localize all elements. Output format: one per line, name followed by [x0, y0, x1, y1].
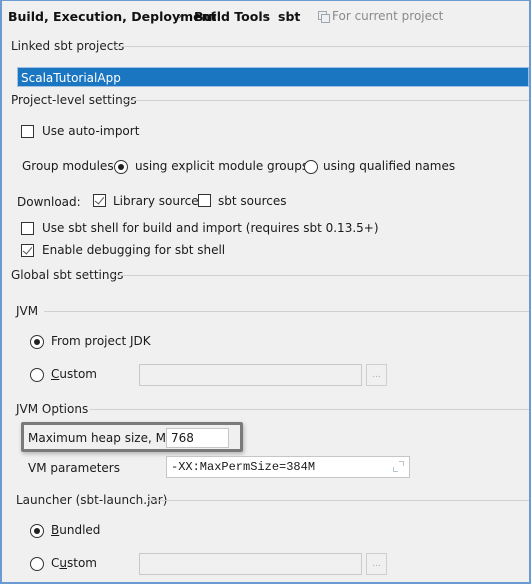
- max-heap-input[interactable]: 768: [166, 428, 229, 448]
- group-explicit-label[interactable]: using explicit module groups: [135, 159, 308, 173]
- jvm-custom-path-field[interactable]: [139, 364, 362, 386]
- linked-project-item[interactable]: ScalaTutorialApp: [17, 67, 529, 87]
- max-heap-label: Maximum heap size, MB: [28, 431, 175, 445]
- group-explicit-radio[interactable]: [114, 160, 128, 174]
- section-title: JVM: [16, 304, 47, 318]
- copy-icon: [318, 11, 330, 23]
- sbt-settings-panel: Build, Execution, Deployment › Build Too…: [0, 0, 531, 584]
- sbt-sources-checkbox[interactable]: [198, 194, 211, 207]
- section-project-level-settings: Project-level settings: [2, 93, 529, 107]
- divider: [148, 500, 529, 501]
- sbt-sources-label[interactable]: sbt sources: [218, 194, 287, 208]
- scope-hint-text: For current project: [332, 9, 444, 23]
- section-title: JVM Options: [16, 402, 97, 416]
- scope-hint: For current project: [318, 9, 443, 23]
- library-sources-checkbox[interactable]: [93, 194, 106, 207]
- vm-parameters-value: -XX:MaxPermSize=384M: [171, 460, 316, 474]
- breadcrumb-sbt: sbt: [278, 9, 301, 24]
- project-name: ScalaTutorialApp: [21, 71, 121, 85]
- enable-debugging-label[interactable]: Enable debugging for sbt shell: [42, 243, 225, 257]
- library-sources-label[interactable]: Library sources: [113, 194, 205, 208]
- use-sbt-shell-label[interactable]: Use sbt shell for build and import (requ…: [42, 221, 379, 235]
- section-global-sbt-settings: Global sbt settings: [2, 268, 529, 282]
- breadcrumb-separator-icon: ›: [178, 11, 182, 22]
- download-label: Download:: [17, 195, 81, 209]
- launcher-custom-path-field[interactable]: [139, 553, 362, 575]
- divider: [114, 46, 529, 47]
- section-jvm: JVM: [2, 304, 529, 318]
- launcher-bundled-radio[interactable]: [30, 524, 44, 538]
- group-modules-label: Group modules:: [22, 159, 118, 173]
- enable-debugging-checkbox[interactable]: [21, 244, 34, 257]
- launcher-bundled-label[interactable]: Bundled: [51, 523, 100, 537]
- divider: [114, 275, 529, 276]
- vm-parameters-label: VM parameters: [28, 461, 120, 475]
- launcher-custom-radio[interactable]: [30, 557, 44, 571]
- use-auto-import-label[interactable]: Use auto-import: [42, 124, 139, 138]
- group-qualified-radio[interactable]: [304, 160, 318, 174]
- section-linked-projects: Linked sbt projects: [2, 39, 529, 53]
- breadcrumb-separator-icon: ›: [264, 11, 268, 22]
- launcher-custom-label[interactable]: Custom: [51, 556, 97, 570]
- launcher-browse-button[interactable]: ...: [366, 553, 387, 575]
- use-sbt-shell-checkbox[interactable]: [21, 222, 34, 235]
- section-launcher: Launcher (sbt-launch.jar): [2, 493, 529, 507]
- jvm-browse-button[interactable]: ...: [366, 364, 387, 386]
- vm-parameters-input[interactable]: -XX:MaxPermSize=384M: [166, 456, 410, 478]
- divider: [44, 311, 529, 312]
- jvm-from-project-jdk-radio[interactable]: [30, 335, 44, 349]
- breadcrumb-build-execution-deployment[interactable]: Build, Execution, Deployment: [8, 9, 216, 24]
- jvm-from-project-jdk-label[interactable]: From project JDK: [51, 334, 151, 348]
- divider: [90, 409, 529, 410]
- breadcrumb-build-tools[interactable]: Build Tools: [194, 9, 270, 24]
- jvm-custom-radio[interactable]: [30, 368, 44, 382]
- use-auto-import-checkbox[interactable]: [21, 125, 34, 138]
- group-qualified-label[interactable]: using qualified names: [323, 159, 455, 173]
- expand-icon[interactable]: [393, 461, 404, 472]
- jvm-custom-label[interactable]: Custom: [51, 367, 97, 381]
- divider: [122, 100, 529, 101]
- section-jvm-options: JVM Options: [2, 402, 529, 416]
